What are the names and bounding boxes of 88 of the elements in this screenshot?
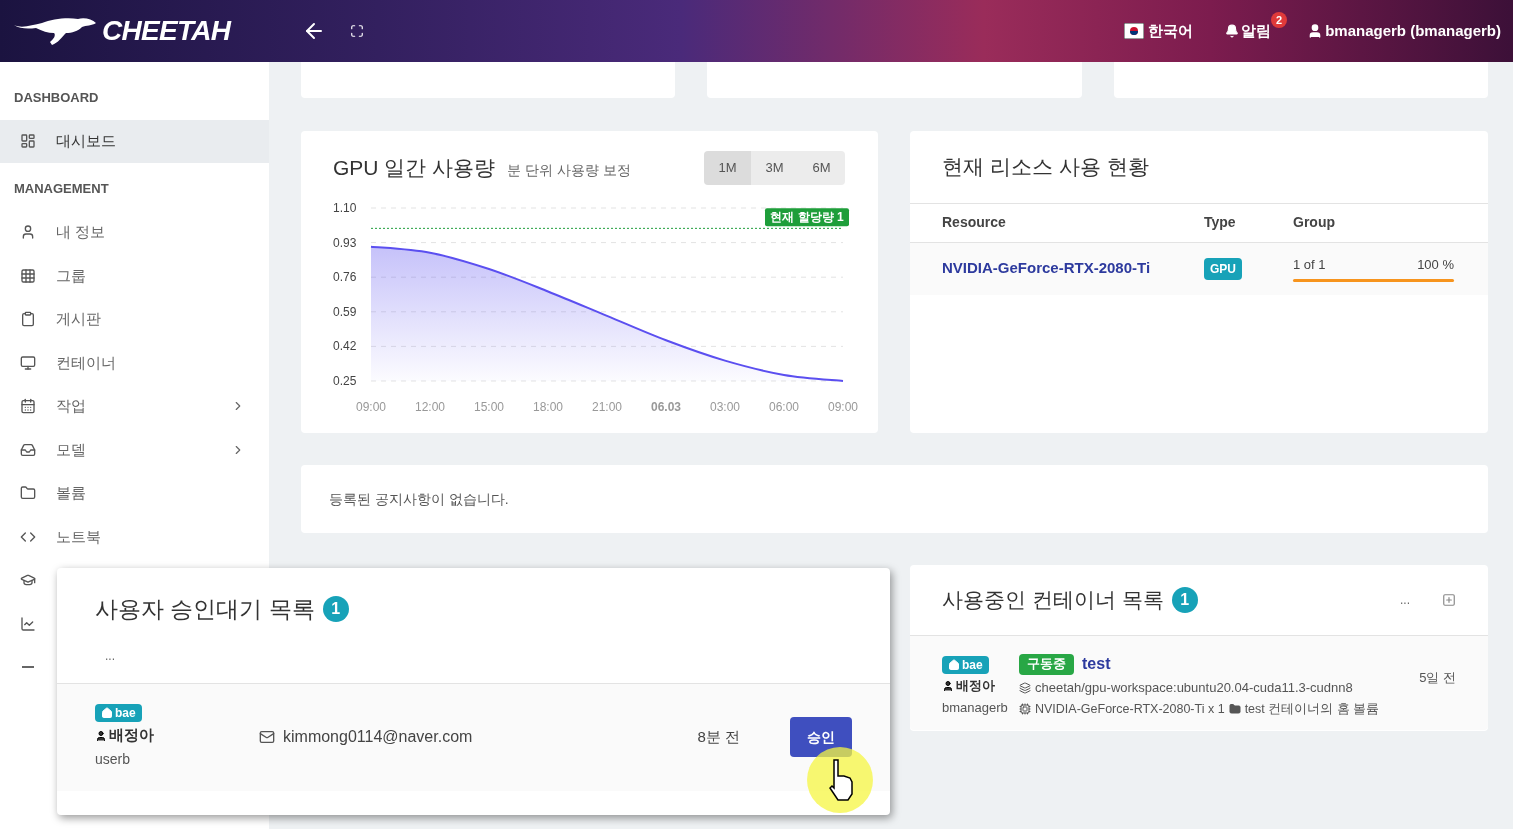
x-tick-label: 06.03 (651, 400, 681, 414)
gauge-icon (20, 133, 36, 150)
sidebar-item[interactable]: 노트북 (0, 515, 269, 559)
layers-icon (1019, 681, 1031, 694)
x-tick-label: 06:00 (769, 400, 799, 414)
column-header: Group (1293, 213, 1335, 232)
monitor-icon (20, 354, 36, 371)
email-text: kimmong0114@naver.com (283, 727, 473, 747)
card-title: 현재 리소스 사용 현황 (941, 154, 1150, 180)
folder-icon (1228, 702, 1241, 715)
line-chart-icon (20, 615, 36, 632)
section-heading: DASHBOARD (13, 89, 100, 107)
user-name: 배정아 (956, 677, 995, 695)
card-title: 사용자 승인대기 목록 (95, 595, 315, 624)
language-button[interactable]: 한국어 (1124, 19, 1194, 43)
sidebar-item[interactable]: 작업 (0, 384, 269, 428)
container-link[interactable]: test (1082, 652, 1111, 676)
gpu-text: NVIDIA-GeForce-RTX-2080-Ti x 1 (1035, 700, 1225, 718)
tray-icon (20, 441, 36, 458)
calendar-icon (20, 398, 36, 415)
time-text: 8분 전 (697, 726, 740, 747)
column-header: Resource (942, 213, 1007, 232)
group-usage-text: 1 of 1 (1293, 256, 1326, 275)
x-tick-label: 12:00 (415, 400, 445, 414)
status-tag: 구동중 (1019, 653, 1074, 675)
x-tick-label: 09:00 (828, 400, 858, 414)
volume-text: test 컨테이너의 홈 볼륨 (1244, 700, 1380, 718)
card-subtitle: 분 단위 사용량 보정 (507, 160, 631, 180)
flag-icon (1124, 23, 1145, 39)
x-tick-label: 09:00 (356, 400, 386, 414)
sidebar-item[interactable]: 모델 (0, 428, 269, 472)
bell-icon (1225, 24, 1240, 38)
x-tick-label: 03:00 (710, 400, 740, 414)
user-icon (20, 224, 36, 241)
x-tick-label: 21:00 (592, 400, 622, 414)
y-tick-label: 0.93 (333, 235, 357, 250)
user-icon (95, 729, 107, 742)
range-tab[interactable]: 1M (704, 151, 751, 185)
more-button[interactable]: ... (1400, 591, 1410, 609)
user-menu[interactable]: bmanagerb (bmanagerb) (1307, 19, 1501, 43)
alert-count-badge: 2 (1271, 11, 1288, 28)
dash-icon (22, 666, 34, 669)
username: bmanagerb (942, 698, 1008, 717)
type-tag: GPU (1204, 257, 1242, 280)
y-tick-label: 1.10 (333, 201, 357, 215)
sidebar-item[interactable]: 볼륨 (0, 471, 269, 515)
range-tab[interactable]: 3M (751, 151, 798, 185)
sidebar-item[interactable]: 게시판 (0, 297, 269, 341)
y-tick-label: 0.76 (333, 270, 357, 285)
usage-percent: 100 % (1417, 256, 1454, 275)
alerts-button[interactable]: 알림 (1225, 19, 1272, 43)
count-badge: 1 (322, 596, 349, 623)
y-tick-label: 0.59 (333, 304, 357, 319)
user-icon (942, 679, 954, 692)
add-icon[interactable] (1442, 593, 1456, 607)
x-tick-label: 18:00 (533, 400, 563, 414)
sidebar-item[interactable]: 컨테이너 (0, 341, 269, 385)
range-tab[interactable]: 6M (798, 151, 845, 185)
home-icon (101, 707, 113, 720)
clipboard-icon (20, 311, 36, 328)
approve-button[interactable]: 승인 (790, 717, 852, 757)
mail-icon (259, 729, 275, 745)
x-tick-label: 15:00 (474, 400, 504, 414)
more-button[interactable]: ... (105, 646, 115, 665)
sidebar-item[interactable]: 내 정보 (0, 210, 269, 254)
quota-tag: 현재 할당량 1 (765, 208, 849, 227)
time-text: 5일 전 (1419, 669, 1456, 687)
username: userb (95, 749, 131, 769)
grid-icon (20, 267, 36, 284)
sidebar-item[interactable]: 대시보드 (0, 119, 269, 163)
group-tag: bae (95, 704, 142, 723)
folder-icon (20, 485, 36, 502)
y-tick-label: 0.42 (333, 339, 357, 354)
card-title: 사용중인 컨테이너 목록 (942, 587, 1164, 614)
count-badge: 1 (1171, 587, 1198, 613)
column-header: Type (1204, 213, 1237, 232)
resource-link[interactable]: NVIDIA-GeForce-RTX-2080-Ti (942, 257, 1204, 280)
fullscreen-icon[interactable] (350, 24, 365, 38)
home-icon (948, 659, 960, 671)
section-heading: MANAGEMENT (13, 180, 110, 198)
sidebar-item[interactable]: 그룹 (0, 254, 269, 298)
y-tick-label: 0.25 (333, 374, 357, 388)
user-name: 배정아 (109, 725, 154, 746)
group-tag: bae (942, 656, 989, 674)
brand-name: CHEETAH (102, 14, 231, 48)
notice-text: 등록된 공지사항이 없습니다. (329, 489, 509, 509)
card-title: GPU 일간 사용량 (333, 155, 496, 182)
image-text: cheetah/gpu-workspace:ubuntu20.04-cuda11.3-cudnn8 (1035, 679, 1353, 697)
